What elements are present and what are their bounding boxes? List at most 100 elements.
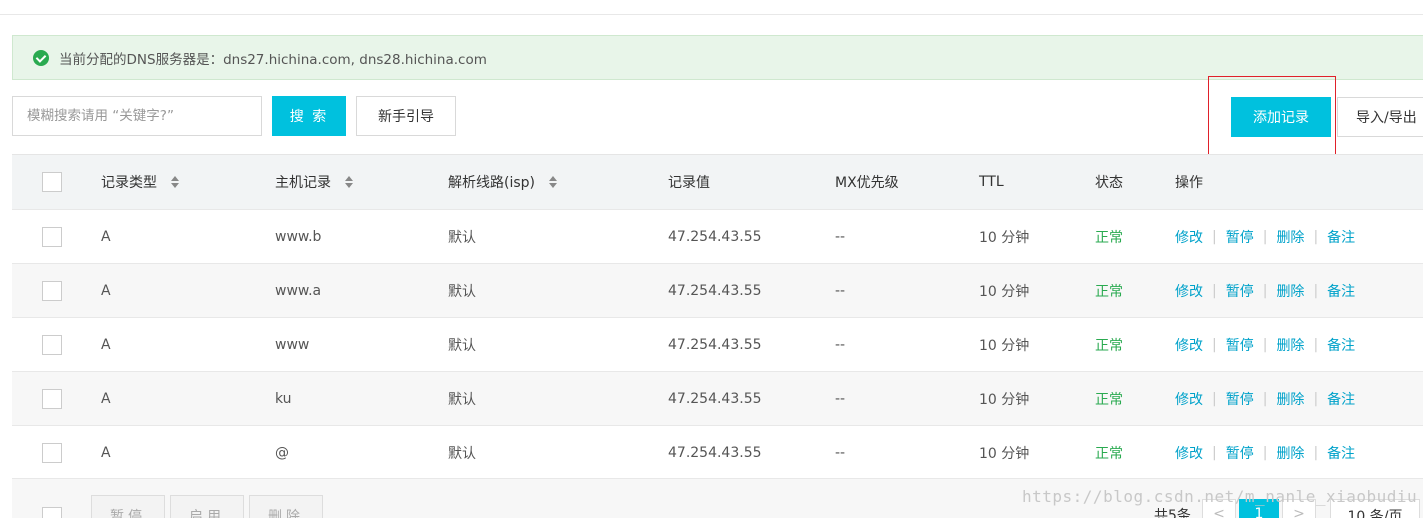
top-divider bbox=[0, 14, 1423, 15]
header-host[interactable]: 主机记录 bbox=[275, 155, 353, 209]
cell-host: ku bbox=[275, 390, 292, 407]
import-export-button[interactable]: 导入/导出 bbox=[1337, 97, 1423, 137]
note-link[interactable]: 备注 bbox=[1327, 335, 1355, 355]
cell-mx: -- bbox=[835, 336, 846, 353]
footer-select-all-checkbox[interactable] bbox=[42, 507, 62, 518]
cell-status: 正常 bbox=[1095, 445, 1123, 462]
add-record-button[interactable]: 添加记录 bbox=[1231, 97, 1331, 137]
table-row: A @ 默认 47.254.43.55 -- 10 分钟 正常 修改 | 暂停 | 删除… bbox=[12, 425, 1423, 479]
header-host-label: 主机记录 bbox=[275, 175, 331, 191]
row-checkbox[interactable] bbox=[42, 334, 62, 355]
select-all-checkbox[interactable] bbox=[42, 172, 62, 192]
cell-line: 默认 bbox=[448, 337, 476, 354]
cell-value: 47.254.43.55 bbox=[668, 336, 762, 353]
cell-ops: 修改 | 暂停 | 删除 | 备注 bbox=[1175, 281, 1356, 301]
cell-mx: -- bbox=[835, 390, 846, 407]
search-input[interactable] bbox=[12, 96, 262, 136]
cell-type: A bbox=[101, 390, 111, 407]
row-checkbox[interactable] bbox=[42, 442, 62, 463]
cell-value: 47.254.43.55 bbox=[668, 282, 762, 299]
note-link[interactable]: 备注 bbox=[1327, 227, 1355, 247]
notice-text: 当前分配的DNS服务器是：dns27.hichina.com, dns28.hi… bbox=[59, 51, 487, 68]
cell-ops: 修改 | 暂停 | 删除 | 备注 bbox=[1175, 227, 1356, 247]
sort-icon[interactable] bbox=[171, 176, 179, 188]
cell-type: A bbox=[101, 444, 111, 461]
pause-link[interactable]: 暂停 bbox=[1226, 389, 1254, 409]
search-button[interactable]: 搜 索 bbox=[272, 96, 346, 136]
table-row: A ku 默认 47.254.43.55 -- 10 分钟 正常 修改 | 暂停 | 删… bbox=[12, 371, 1423, 425]
cell-ops: 修改 | 暂停 | 删除 | 备注 bbox=[1175, 389, 1356, 409]
cell-host: @ bbox=[275, 444, 289, 461]
delete-link[interactable]: 删除 bbox=[1276, 281, 1304, 301]
pause-link[interactable]: 暂停 bbox=[1226, 443, 1254, 463]
cell-type: A bbox=[101, 336, 111, 353]
cell-ttl: 10 分钟 bbox=[979, 283, 1030, 300]
cell-ttl: 10 分钟 bbox=[979, 337, 1030, 354]
table-row: A www.b 默认 47.254.43.55 -- 10 分钟 正常 修改 | 暂… bbox=[12, 209, 1423, 263]
cell-type: A bbox=[101, 228, 111, 245]
edit-link[interactable]: 修改 bbox=[1175, 335, 1203, 355]
table-row: A www.a 默认 47.254.43.55 -- 10 分钟 正常 修改 | 暂… bbox=[12, 263, 1423, 317]
cell-line: 默认 bbox=[448, 445, 476, 462]
batch-pause-button[interactable]: 暂停 bbox=[91, 495, 165, 518]
header-value: 记录值 bbox=[668, 175, 710, 191]
cell-value: 47.254.43.55 bbox=[668, 228, 762, 245]
cell-line: 默认 bbox=[448, 283, 476, 300]
header-type-label: 记录类型 bbox=[101, 175, 157, 191]
header-type[interactable]: 记录类型 bbox=[101, 155, 179, 209]
table-row: A www 默认 47.254.43.55 -- 10 分钟 正常 修改 | 暂停 |… bbox=[12, 317, 1423, 371]
cell-mx: -- bbox=[835, 228, 846, 245]
cell-ttl: 10 分钟 bbox=[979, 229, 1030, 246]
sort-icon[interactable] bbox=[549, 176, 557, 188]
batch-enable-button[interactable]: 启用 bbox=[170, 495, 244, 518]
cell-ops: 修改 | 暂停 | 删除 | 备注 bbox=[1175, 443, 1356, 463]
pause-link[interactable]: 暂停 bbox=[1226, 335, 1254, 355]
cell-status: 正常 bbox=[1095, 229, 1123, 246]
pause-link[interactable]: 暂停 bbox=[1226, 281, 1254, 301]
delete-link[interactable]: 删除 bbox=[1276, 443, 1304, 463]
delete-link[interactable]: 删除 bbox=[1276, 227, 1304, 247]
cell-ttl: 10 分钟 bbox=[979, 445, 1030, 462]
sort-icon[interactable] bbox=[345, 176, 353, 188]
delete-link[interactable]: 删除 bbox=[1276, 335, 1304, 355]
header-ttl: TTL bbox=[979, 174, 1004, 190]
row-checkbox[interactable] bbox=[42, 226, 62, 247]
cell-status: 正常 bbox=[1095, 391, 1123, 408]
cell-line: 默认 bbox=[448, 391, 476, 408]
dns-records-table: 记录类型 主机记录 解析线路(isp) 记录值 MX优先级 TTL 状态 操作 … bbox=[12, 154, 1423, 479]
cell-mx: -- bbox=[835, 444, 846, 461]
cell-host: www.b bbox=[275, 228, 322, 245]
cell-ttl: 10 分钟 bbox=[979, 391, 1030, 408]
total-count: 共5条 bbox=[1154, 508, 1191, 518]
note-link[interactable]: 备注 bbox=[1327, 281, 1355, 301]
header-ops: 操作 bbox=[1175, 175, 1203, 191]
pause-link[interactable]: 暂停 bbox=[1226, 227, 1254, 247]
edit-link[interactable]: 修改 bbox=[1175, 227, 1203, 247]
check-circle-icon bbox=[33, 49, 49, 66]
delete-link[interactable]: 删除 bbox=[1276, 389, 1304, 409]
cell-value: 47.254.43.55 bbox=[668, 390, 762, 407]
cell-mx: -- bbox=[835, 282, 846, 299]
watermark: https://blog.csdn.net/m_nanle_xiaobudiu bbox=[1022, 487, 1418, 506]
guide-button[interactable]: 新手引导 bbox=[356, 96, 456, 136]
note-link[interactable]: 备注 bbox=[1327, 389, 1355, 409]
cell-type: A bbox=[101, 282, 111, 299]
note-link[interactable]: 备注 bbox=[1327, 443, 1355, 463]
header-line[interactable]: 解析线路(isp) bbox=[448, 155, 557, 209]
header-mx: MX优先级 bbox=[835, 175, 899, 191]
cell-host: www.a bbox=[275, 282, 322, 299]
edit-link[interactable]: 修改 bbox=[1175, 281, 1203, 301]
dns-server-notice: 当前分配的DNS服务器是：dns27.hichina.com, dns28.hi… bbox=[12, 35, 1423, 80]
header-line-label: 解析线路(isp) bbox=[448, 175, 535, 191]
table-header: 记录类型 主机记录 解析线路(isp) 记录值 MX优先级 TTL 状态 操作 bbox=[12, 154, 1423, 209]
cell-status: 正常 bbox=[1095, 337, 1123, 354]
cell-line: 默认 bbox=[448, 229, 476, 246]
edit-link[interactable]: 修改 bbox=[1175, 443, 1203, 463]
row-checkbox[interactable] bbox=[42, 388, 62, 409]
row-checkbox[interactable] bbox=[42, 280, 62, 301]
cell-status: 正常 bbox=[1095, 283, 1123, 300]
edit-link[interactable]: 修改 bbox=[1175, 389, 1203, 409]
batch-delete-button[interactable]: 删除 bbox=[249, 495, 323, 518]
cell-ops: 修改 | 暂停 | 删除 | 备注 bbox=[1175, 335, 1356, 355]
cell-value: 47.254.43.55 bbox=[668, 444, 762, 461]
